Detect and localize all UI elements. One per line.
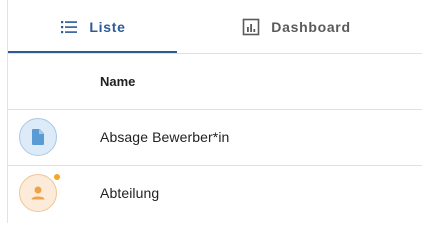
table-row[interactable]: Abteilung [8,166,422,222]
tab-liste-label: Liste [89,19,126,35]
document-icon [28,127,48,147]
table-row[interactable]: Absage Bewerber*in [8,110,422,166]
tab-dashboard-label: Dashboard [271,19,351,35]
tab-dashboard[interactable]: Dashboard [177,0,415,54]
list-icon [59,17,79,37]
row-name: Absage Bewerber*in [100,129,230,145]
avatar [19,118,57,156]
column-header-name[interactable]: Name [100,74,135,89]
tab-bar: Liste Dashboard [8,0,422,54]
list-panel: Liste Dashboard Name Absage Bewerber*in … [7,0,422,223]
dashboard-icon [241,17,261,37]
person-icon [28,183,48,203]
avatar [19,174,57,212]
active-tab-indicator [8,51,177,53]
notification-dot [54,174,60,180]
row-name: Abteilung [100,185,160,201]
tab-liste[interactable]: Liste [8,0,177,54]
table-header: Name [8,54,422,110]
